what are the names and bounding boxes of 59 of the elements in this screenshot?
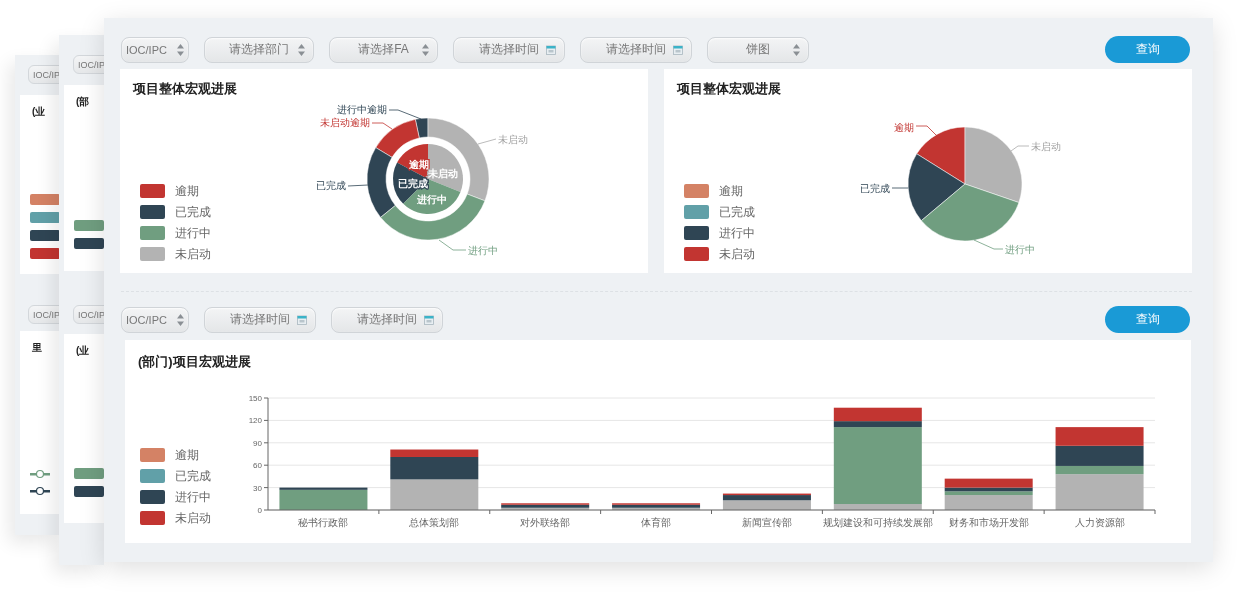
slice-label: 进行中: [468, 245, 498, 256]
legend-label: 未启动: [719, 247, 755, 261]
date-field[interactable]: 请选择时间: [580, 36, 692, 63]
legend-label: 进行中: [175, 226, 211, 240]
select-field[interactable]: IOC/IP: [28, 305, 59, 324]
date-field[interactable]: 请选择时间: [204, 306, 316, 333]
panel-title: 项目整体宏观进展: [133, 80, 237, 98]
slice-label: 已完成: [860, 183, 890, 194]
slice-label: 未启动: [498, 134, 528, 145]
category-label: 财务和市场开发部: [948, 517, 1029, 528]
category-label: 秘书行政部: [298, 517, 349, 528]
legend-label: 进行中: [719, 226, 755, 240]
panel-title: (部门)项目宏观进展: [138, 353, 251, 371]
legend-label: 未启动: [175, 247, 211, 261]
select-field[interactable]: IOC/IP: [73, 305, 104, 324]
slice-label: 未启动逾期: [320, 117, 370, 128]
axis-tick-label: 150: [248, 394, 262, 403]
select-field[interactable]: IOC/IP: [28, 65, 59, 84]
slice-label: 未启动: [1031, 141, 1061, 152]
select-field[interactable]: IOC/IPC: [121, 306, 189, 333]
legend-label: 逾期: [719, 184, 743, 198]
select-field[interactable]: 饼图: [707, 36, 809, 63]
select-field[interactable]: IOC/IPC: [121, 36, 189, 63]
axis-tick-label: 0: [257, 506, 262, 515]
legend-label: 已完成: [175, 205, 211, 219]
query-button[interactable]: 查询: [1105, 306, 1190, 333]
axis-tick-label: 120: [248, 416, 262, 426]
legend-label: 已完成: [175, 469, 211, 483]
query-button[interactable]: 查询: [1105, 36, 1190, 63]
panel-title: 项目整体宏观进展: [677, 80, 781, 98]
legend-label: 逾期: [175, 184, 199, 198]
legend-label: 进行中: [175, 490, 211, 504]
select-field[interactable]: 请选择部门: [204, 36, 314, 63]
date-field[interactable]: 请选择时间: [331, 306, 443, 333]
legend-label: 未启动: [175, 511, 211, 525]
slice-label: 已完成: [316, 180, 346, 191]
panel-title: 里: [31, 341, 42, 355]
legend-label: 逾期: [175, 448, 199, 462]
panel-title: (部: [75, 95, 90, 109]
category-label: 人力资源部: [1074, 517, 1125, 528]
category-label: 体育部: [641, 517, 672, 528]
panel-title: (业: [31, 105, 46, 119]
slice-label: 进行中: [417, 194, 447, 205]
slice-label: 进行中逾期: [337, 104, 387, 115]
axis-tick-label: 60: [253, 461, 262, 471]
panel-title: (业: [75, 344, 90, 358]
slice-label: 未启动: [428, 168, 458, 179]
date-field[interactable]: 请选择时间: [453, 36, 565, 63]
axis-tick-label: 30: [253, 483, 262, 493]
category-label: 总体策划部: [409, 517, 460, 528]
select-field[interactable]: IOC/IP: [73, 55, 104, 74]
category-label: 对外联络部: [520, 517, 571, 528]
axis-tick-label: 90: [253, 438, 262, 448]
category-label: 新闻宣传部: [741, 517, 792, 528]
select-field[interactable]: 请选择FA: [329, 36, 438, 63]
slice-label: 进行中: [1005, 244, 1035, 255]
legend-label: 已完成: [719, 205, 755, 219]
category-label: 规划建设和可持续发展部: [822, 517, 933, 528]
slice-label: 逾期: [894, 122, 914, 133]
